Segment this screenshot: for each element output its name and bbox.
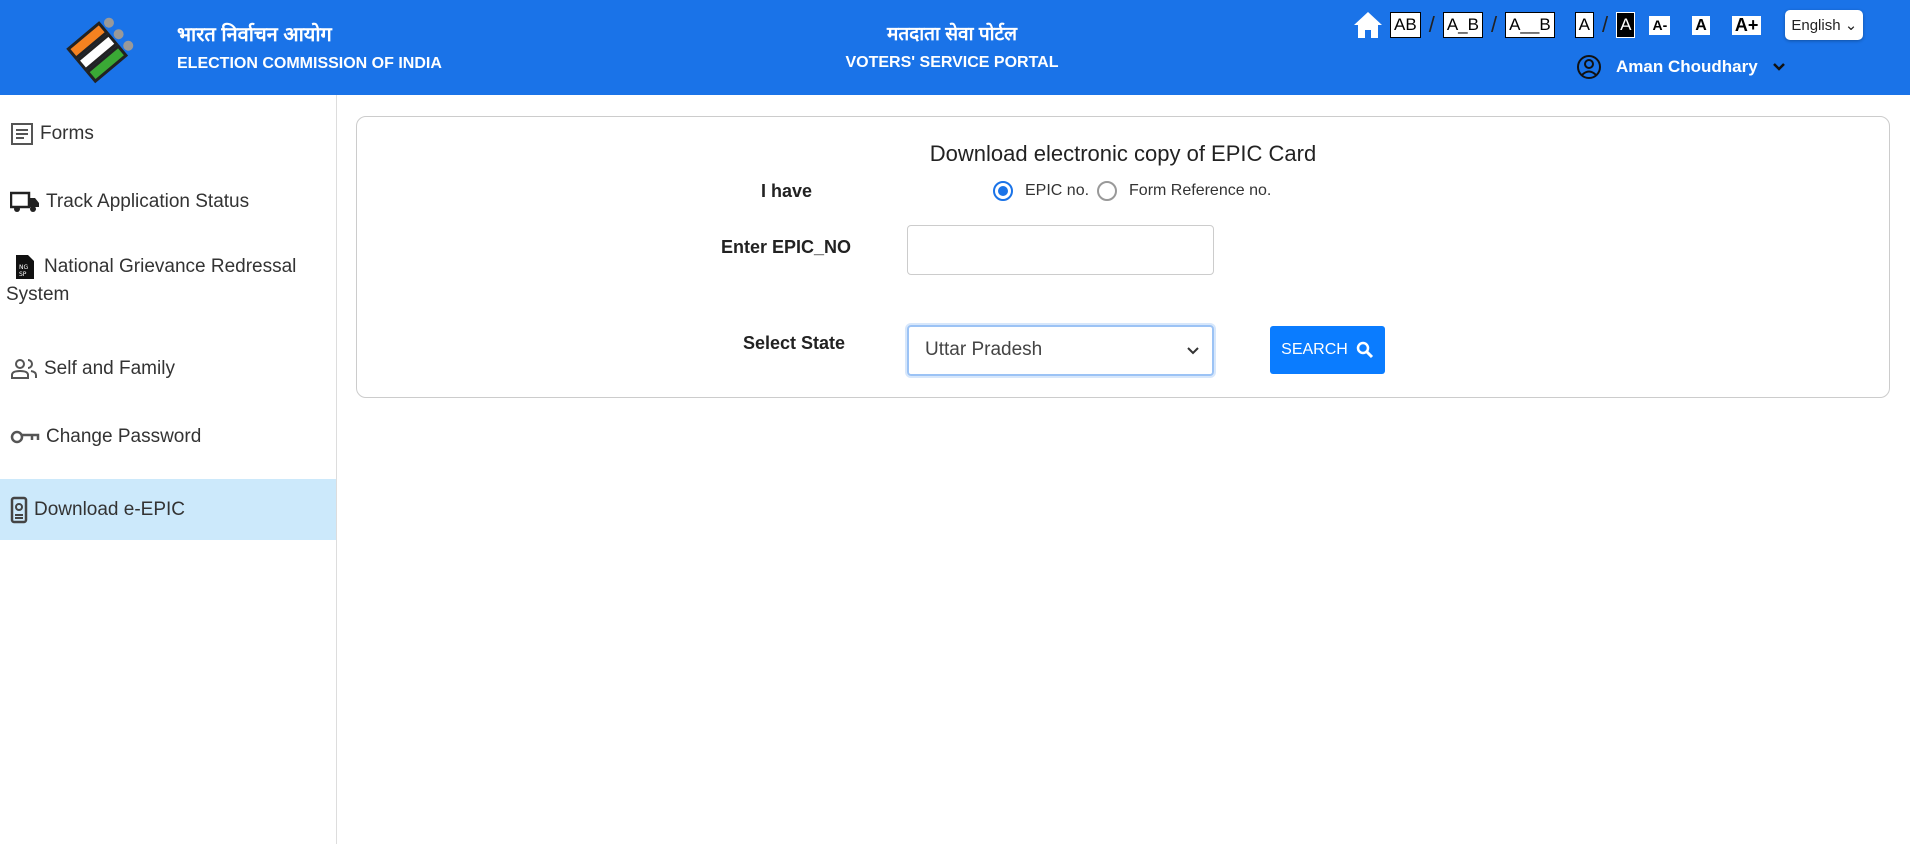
sidebar-item-change-password[interactable]: Change Password bbox=[0, 418, 336, 456]
page-title: Download electronic copy of EPIC Card bbox=[929, 141, 1317, 166]
id-card-icon bbox=[10, 496, 28, 523]
epic-no-radio[interactable] bbox=[993, 181, 1013, 201]
sidebar-item-download-epic[interactable]: Download e-EPIC bbox=[0, 479, 336, 540]
sidebar-item-label: Self and Family bbox=[44, 358, 175, 379]
sidebar-item-self-family[interactable]: Self and Family bbox=[0, 350, 336, 388]
sidebar: Forms Track Application Status NG SP Natio… bbox=[0, 95, 337, 844]
search-button[interactable]: SEARCH bbox=[1270, 326, 1385, 374]
contrast-high-button[interactable]: A bbox=[1616, 12, 1636, 38]
state-select[interactable]: Uttar Pradesh bbox=[907, 325, 1214, 376]
i-have-label: I have bbox=[761, 181, 813, 201]
sidebar-item-grievance[interactable]: NG SP National Grievance Redressal System bbox=[0, 253, 336, 313]
sidebar-item-track-application[interactable]: Track Application Status bbox=[0, 183, 336, 221]
portal-name-hindi: मतदाता सेवा पोर्टल bbox=[886, 24, 1017, 45]
org-name-english: ELECTION COMMISSION OF INDIA bbox=[177, 55, 442, 72]
state-value: Uttar Pradesh bbox=[925, 339, 1043, 360]
chevron-down-icon bbox=[1187, 347, 1199, 355]
font-increase-button[interactable]: A+ bbox=[1731, 15, 1762, 35]
header: भारत निर्वाचन आयोग ELECTION COMMISSION O… bbox=[0, 0, 1910, 95]
radio-label: EPIC no. bbox=[1025, 182, 1090, 199]
sidebar-item-label: National Grievance Redressal System bbox=[6, 256, 297, 305]
language-value: English bbox=[1791, 17, 1841, 34]
home-icon[interactable] bbox=[1352, 10, 1384, 40]
chevron-down-icon: ⌄ bbox=[1844, 17, 1858, 34]
ngsp-file-icon: NGSP bbox=[16, 254, 34, 279]
font-normal-button[interactable]: A bbox=[1692, 15, 1710, 35]
portal-name-english: VOTERS' SERVICE PORTAL bbox=[845, 54, 1059, 71]
svg-text:SP: SP bbox=[19, 271, 27, 278]
document-icon bbox=[11, 123, 33, 145]
sidebar-item-label: Download e-EPIC bbox=[34, 498, 186, 520]
font-decrease-button[interactable]: A- bbox=[1649, 15, 1671, 35]
spacing-large-button[interactable]: A__B bbox=[1505, 12, 1555, 38]
user-menu[interactable]: Aman Choudhary bbox=[1576, 54, 1786, 80]
sidebar-item-label: Track Application Status bbox=[46, 191, 250, 212]
user-name: Aman Choudhary bbox=[1616, 57, 1758, 76]
spacing-normal-button[interactable]: AB bbox=[1390, 12, 1421, 38]
form-reference-radio[interactable] bbox=[1097, 181, 1118, 201]
download-epic-card: Download electronic copy of EPIC Card I … bbox=[356, 116, 1890, 398]
epic-no-input[interactable] bbox=[907, 225, 1214, 275]
search-icon bbox=[1356, 341, 1373, 359]
sidebar-item-label: Forms bbox=[40, 123, 94, 144]
user-circle-icon bbox=[1577, 55, 1601, 79]
org-name-hindi: भारत निर्वाचन आयोग bbox=[177, 24, 332, 46]
language-select[interactable]: English ⌄ bbox=[1785, 10, 1864, 40]
sidebar-item-label: Change Password bbox=[46, 426, 202, 447]
eci-logo bbox=[66, 17, 134, 84]
epic-no-label: Enter EPIC_NO bbox=[721, 237, 852, 257]
key-icon bbox=[10, 430, 40, 444]
people-icon bbox=[11, 359, 37, 379]
contrast-normal-button[interactable]: A bbox=[1574, 12, 1595, 38]
sidebar-item-forms[interactable]: Forms bbox=[0, 115, 336, 153]
svg-text:NG: NG bbox=[19, 264, 28, 271]
spacing-medium-button[interactable]: A_B bbox=[1442, 12, 1483, 38]
truck-icon bbox=[10, 191, 39, 212]
state-label: Select State bbox=[743, 333, 846, 353]
search-label: SEARCH bbox=[1281, 341, 1348, 358]
id-type-radio-group: EPIC no. Form Reference no. bbox=[993, 181, 1271, 201]
radio-label: Form Reference no. bbox=[1129, 182, 1272, 199]
chevron-down-icon bbox=[1772, 63, 1785, 71]
